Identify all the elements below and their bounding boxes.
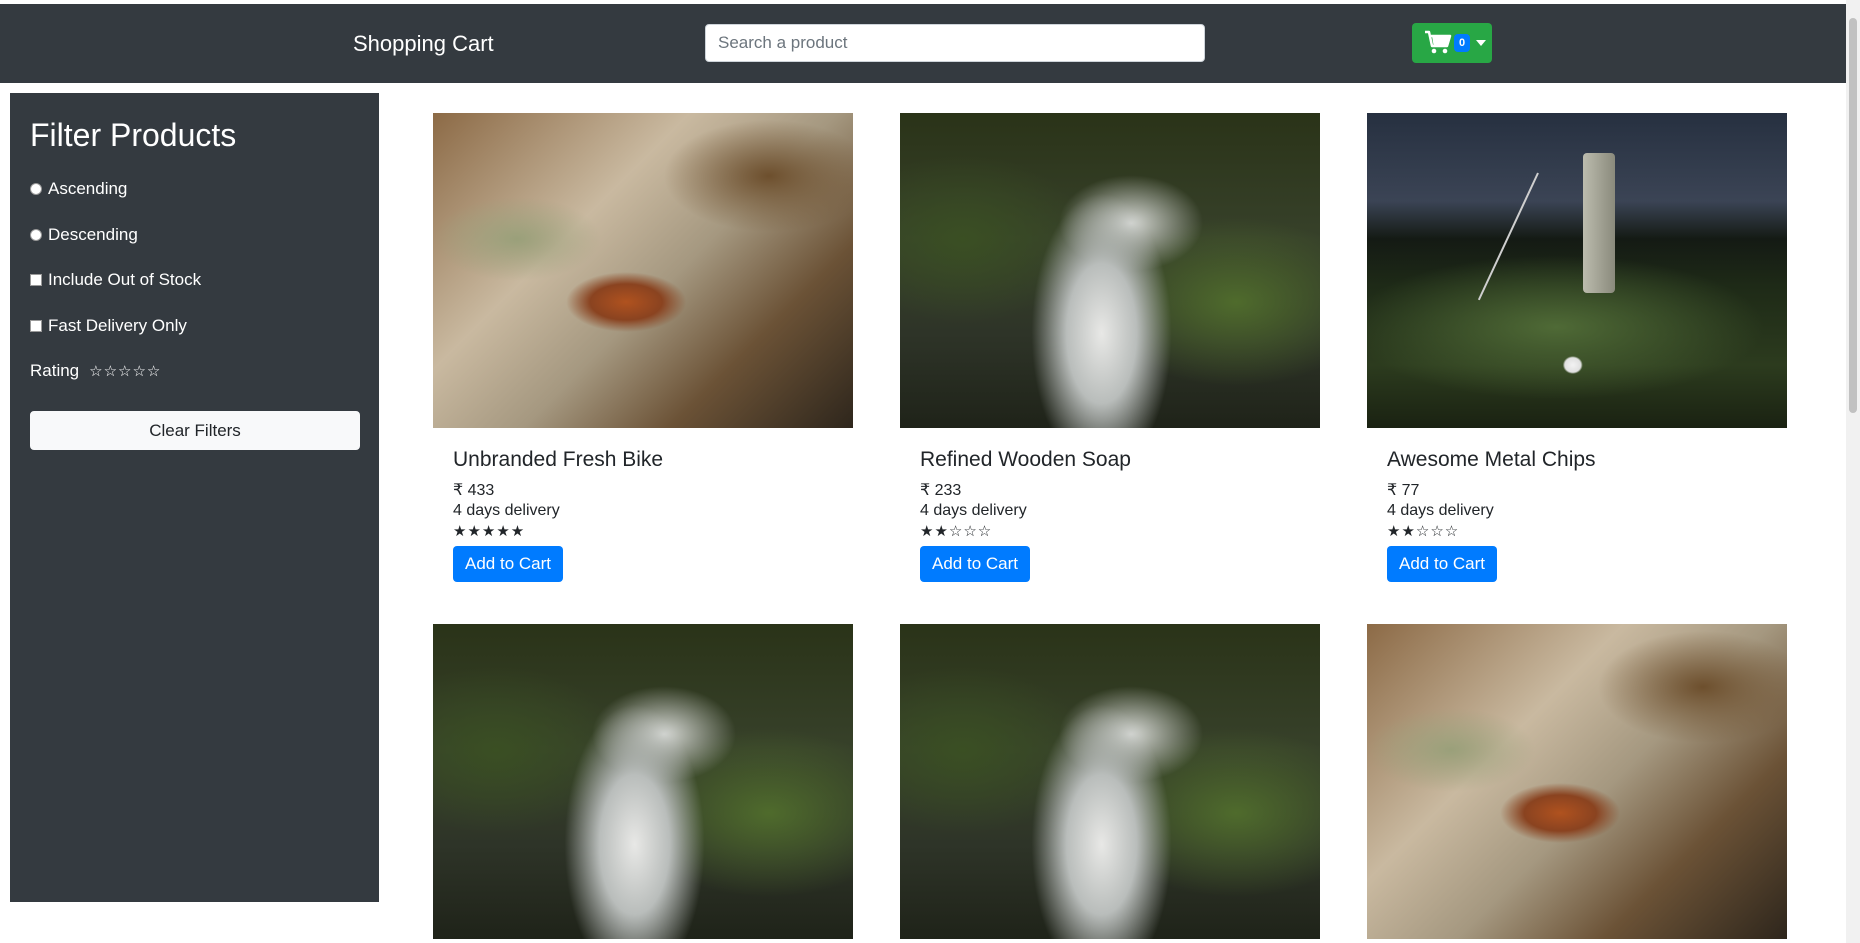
out-of-stock-checkbox[interactable] xyxy=(30,274,42,286)
cart-count-badge: 0 xyxy=(1454,34,1471,52)
product-title: Unbranded Fresh Bike xyxy=(453,448,664,471)
rating-stars-input[interactable]: ☆☆☆☆☆ xyxy=(89,362,161,380)
product-title: Refined Wooden Soap xyxy=(920,448,1131,471)
product-card xyxy=(900,624,1320,939)
product-rating: ★★☆☆☆ xyxy=(920,522,993,540)
add-to-cart-button[interactable]: Add to Cart xyxy=(453,546,563,582)
descending-label: Descending xyxy=(48,225,138,244)
product-delivery: 4 days delivery xyxy=(920,502,1027,519)
search-input[interactable] xyxy=(705,24,1205,62)
product-card: Refined Wooden Soap ₹ 233 4 days deliver… xyxy=(900,113,1320,582)
product-card xyxy=(433,624,853,939)
page-scrollbar[interactable] xyxy=(1846,0,1860,943)
product-card: Unbranded Fresh Bike ₹ 433 4 days delive… xyxy=(433,113,853,582)
ascending-option[interactable]: Ascending xyxy=(30,179,127,199)
product-card: Awesome Metal Chips ₹ 77 4 days delivery… xyxy=(1367,113,1787,582)
product-rating: ★★☆☆☆ xyxy=(1387,522,1460,540)
product-delivery: 4 days delivery xyxy=(1387,502,1494,519)
shopping-cart-icon xyxy=(1425,30,1452,54)
filter-sidebar: Filter Products Ascending Descending Inc… xyxy=(10,93,379,902)
product-card xyxy=(1367,624,1787,939)
product-rating: ★★★★★ xyxy=(453,522,526,540)
scrollbar-thumb[interactable] xyxy=(1849,18,1857,413)
cart-dropdown-button[interactable]: 0 xyxy=(1412,23,1492,63)
fast-delivery-checkbox[interactable] xyxy=(30,320,42,332)
product-image xyxy=(433,113,853,428)
brand-title[interactable]: Shopping Cart xyxy=(353,31,494,57)
clear-filters-button[interactable]: Clear Filters xyxy=(30,411,360,450)
product-price: ₹ 433 xyxy=(453,482,495,499)
ascending-radio[interactable] xyxy=(30,183,42,195)
fast-delivery-option[interactable]: Fast Delivery Only xyxy=(30,316,187,336)
add-to-cart-button[interactable]: Add to Cart xyxy=(920,546,1030,582)
product-title: Awesome Metal Chips xyxy=(1387,448,1596,471)
golfer-figure xyxy=(1477,113,1621,303)
chevron-down-icon xyxy=(1476,40,1487,46)
fast-delivery-label: Fast Delivery Only xyxy=(48,316,187,335)
out-of-stock-label: Include Out of Stock xyxy=(48,270,202,289)
rating-label: Rating xyxy=(30,361,80,380)
filter-title: Filter Products xyxy=(30,117,237,153)
product-image xyxy=(900,113,1320,428)
rating-filter: Rating ☆☆☆☆☆ xyxy=(30,361,161,381)
ascending-label: Ascending xyxy=(48,179,128,198)
product-image xyxy=(900,624,1320,939)
descending-option[interactable]: Descending xyxy=(30,225,138,245)
product-price: ₹ 233 xyxy=(920,482,962,499)
add-to-cart-button[interactable]: Add to Cart xyxy=(1387,546,1497,582)
product-image xyxy=(1367,113,1787,428)
navbar: Shopping Cart 0 xyxy=(0,4,1846,83)
product-price: ₹ 77 xyxy=(1387,482,1420,499)
product-image xyxy=(433,624,853,939)
out-of-stock-option[interactable]: Include Out of Stock xyxy=(30,270,201,290)
product-delivery: 4 days delivery xyxy=(453,502,560,519)
descending-radio[interactable] xyxy=(30,229,42,241)
product-image xyxy=(1367,624,1787,939)
